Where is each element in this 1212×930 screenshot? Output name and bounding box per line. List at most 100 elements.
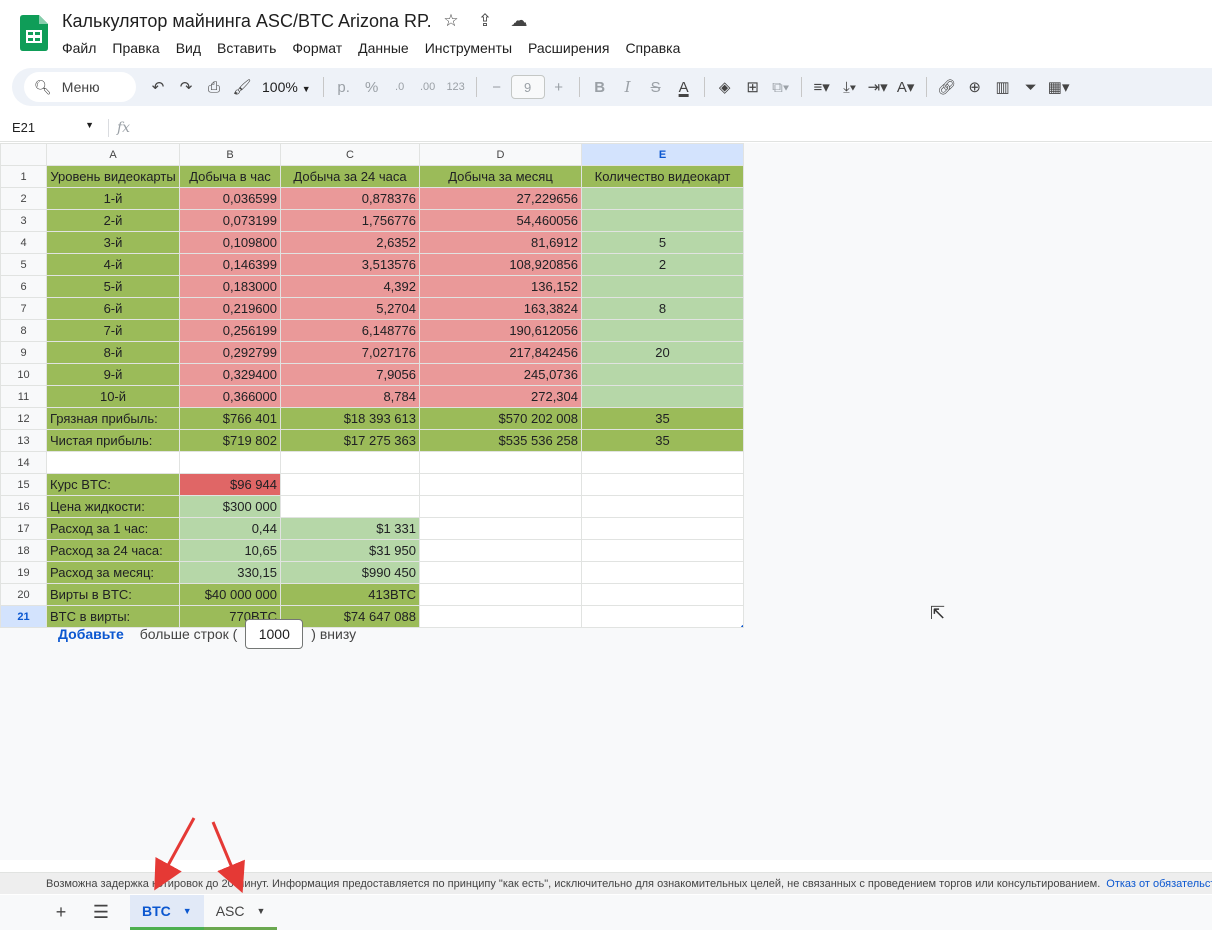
paint-format-icon[interactable]: 🖌︎	[228, 72, 256, 102]
cell-b11[interactable]: 0,366000	[179, 385, 281, 408]
cell-b12[interactable]: $766 401	[179, 407, 281, 430]
select-all-corner[interactable]	[0, 143, 47, 166]
cell-a7[interactable]: 6-й	[46, 297, 180, 320]
row-header[interactable]: 19	[0, 561, 47, 584]
cell-a3[interactable]: 2-й	[46, 209, 180, 232]
disclaimer-link[interactable]: Отказ от обязательств	[1106, 878, 1212, 890]
add-rows-count-input[interactable]: 1000	[245, 619, 304, 649]
cell-e10[interactable]	[581, 363, 744, 386]
cell-a10[interactable]: 9-й	[46, 363, 180, 386]
filter-icon[interactable]: ⏷	[1017, 72, 1045, 102]
font-size-input[interactable]: 9	[510, 75, 545, 99]
cell-c14[interactable]	[280, 451, 420, 474]
cell-e16[interactable]	[581, 495, 744, 518]
cell-e19[interactable]	[581, 561, 744, 584]
cell-b18[interactable]: 10,65	[179, 539, 281, 562]
cell-a4[interactable]: 3-й	[46, 231, 180, 254]
menu-tools[interactable]: Инструменты	[417, 38, 520, 58]
cell-b5[interactable]: 0,146399	[179, 253, 281, 276]
horizontal-align-icon[interactable]: ≡▾	[808, 72, 836, 102]
row-header[interactable]: 2	[0, 187, 47, 210]
cell-c16[interactable]	[280, 495, 420, 518]
row-header[interactable]: 4	[0, 231, 47, 254]
cell-c11[interactable]: 8,784	[280, 385, 420, 408]
row-header[interactable]: 6	[0, 275, 47, 298]
row-header[interactable]: 10	[0, 363, 47, 386]
increase-decimal-button[interactable]: .00	[414, 72, 442, 102]
insert-link-icon[interactable]: 🔗︎	[933, 72, 961, 102]
cell-b13[interactable]: $719 802	[179, 429, 281, 452]
cell-a16[interactable]: Цена жидкости:	[46, 495, 180, 518]
undo-icon[interactable]: ↶	[144, 72, 172, 102]
cell-b2[interactable]: 0,036599	[179, 187, 281, 210]
cell-d21[interactable]	[419, 605, 582, 628]
row-header[interactable]: 17	[0, 517, 47, 540]
decrease-decimal-button[interactable]: .0	[386, 72, 414, 102]
row-header[interactable]: 3	[0, 209, 47, 232]
cell-c13[interactable]: $17 275 363	[280, 429, 420, 452]
cell-d6[interactable]: 136,152	[419, 275, 582, 298]
cell-d8[interactable]: 190,612056	[419, 319, 582, 342]
cell-b6[interactable]: 0,183000	[179, 275, 281, 298]
cell-a6[interactable]: 5-й	[46, 275, 180, 298]
cell-e18[interactable]	[581, 539, 744, 562]
cell-a5[interactable]: 4-й	[46, 253, 180, 276]
cell-d12[interactable]: $570 202 008	[419, 407, 582, 430]
cell-e14[interactable]	[581, 451, 744, 474]
print-icon[interactable]: ⎙	[200, 72, 228, 102]
cell-c19[interactable]: $990 450	[280, 561, 420, 584]
cell-e12[interactable]: 35	[581, 407, 744, 430]
cell-e20[interactable]	[581, 583, 744, 606]
cell-c20[interactable]: 413BTC	[280, 583, 420, 606]
row-header[interactable]: 8	[0, 319, 47, 342]
decrease-font-size-icon[interactable]: −	[483, 72, 511, 102]
cell-c2[interactable]: 0,878376	[280, 187, 420, 210]
all-sheets-icon[interactable]: ☰	[86, 898, 116, 928]
column-header-a[interactable]: A	[46, 143, 180, 166]
cell-d20[interactable]	[419, 583, 582, 606]
row-header[interactable]: 14	[0, 451, 47, 474]
cell-b1[interactable]: Добыча в час	[179, 165, 281, 188]
column-header-b[interactable]: B	[179, 143, 281, 166]
cell-e11[interactable]	[581, 385, 744, 408]
cell-b20[interactable]: $40 000 000	[179, 583, 281, 606]
cell-a19[interactable]: Расход за месяц:	[46, 561, 180, 584]
cell-a15[interactable]: Курс BTC:	[46, 473, 180, 496]
cell-a9[interactable]: 8-й	[46, 341, 180, 364]
row-header[interactable]: 20	[0, 583, 47, 606]
cell-c3[interactable]: 1,756776	[280, 209, 420, 232]
cell-a18[interactable]: Расход за 24 часа:	[46, 539, 180, 562]
cell-c10[interactable]: 7,9056	[280, 363, 420, 386]
cell-e13[interactable]: 35	[581, 429, 744, 452]
cell-b4[interactable]: 0,109800	[179, 231, 281, 254]
cell-b19[interactable]: 330,15	[179, 561, 281, 584]
italic-icon[interactable]: I	[614, 72, 642, 102]
document-title[interactable]: Калькулятор майнинга ASC/BTC Arizona RP.	[62, 11, 432, 32]
menu-data[interactable]: Данные	[350, 38, 417, 58]
cell-d9[interactable]: 217,842456	[419, 341, 582, 364]
cell-d15[interactable]	[419, 473, 582, 496]
row-header[interactable]: 11	[0, 385, 47, 408]
cell-a12[interactable]: Грязная прибыль:	[46, 407, 180, 430]
menu-view[interactable]: Вид	[168, 38, 209, 58]
cell-c15[interactable]	[280, 473, 420, 496]
cell-c8[interactable]: 6,148776	[280, 319, 420, 342]
cell-e21[interactable]	[581, 605, 744, 628]
cell-d10[interactable]: 245,0736	[419, 363, 582, 386]
name-box[interactable]: E21 ▼	[0, 120, 100, 135]
column-header-d[interactable]: D	[419, 143, 582, 166]
row-header[interactable]: 21	[0, 605, 47, 628]
move-icon[interactable]: ⇪	[474, 10, 496, 32]
cell-d13[interactable]: $535 536 258	[419, 429, 582, 452]
add-sheet-icon[interactable]: +	[46, 898, 76, 928]
row-header[interactable]: 9	[0, 341, 47, 364]
cell-b14[interactable]	[179, 451, 281, 474]
star-icon[interactable]: ☆	[440, 10, 462, 32]
column-header-c[interactable]: C	[280, 143, 420, 166]
cell-e15[interactable]	[581, 473, 744, 496]
cell-b16[interactable]: $300 000	[179, 495, 281, 518]
cell-d11[interactable]: 272,304	[419, 385, 582, 408]
cell-a2[interactable]: 1-й	[46, 187, 180, 210]
cell-e4[interactable]: 5	[581, 231, 744, 254]
cell-b15[interactable]: $96 944	[179, 473, 281, 496]
